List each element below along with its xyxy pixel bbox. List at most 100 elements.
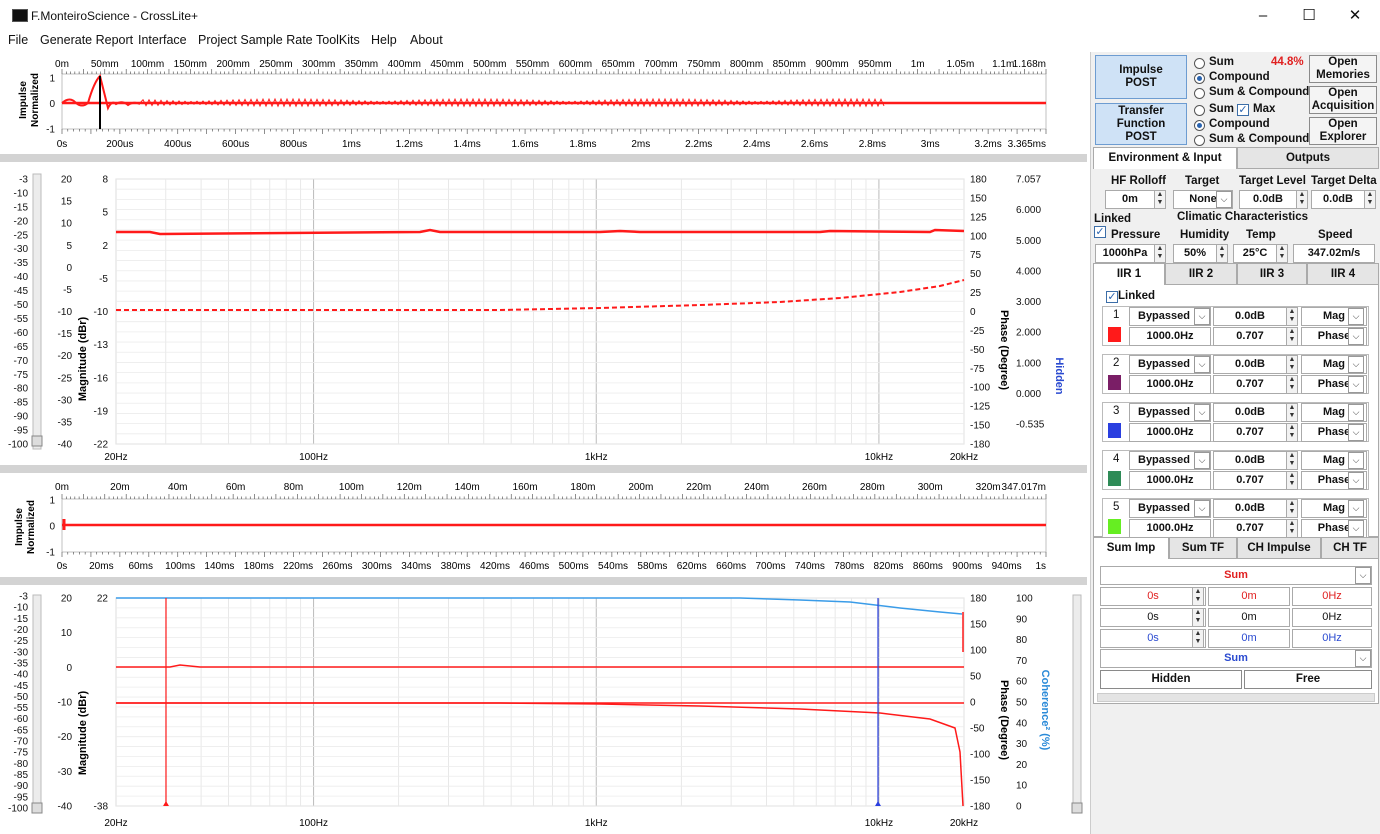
filter-q-field[interactable]: 0.707: [1213, 471, 1287, 490]
filter-color-swatch[interactable]: [1108, 375, 1121, 390]
cursor-frequency-field[interactable]: 0Hz: [1292, 629, 1372, 648]
filter-freq-field[interactable]: 1000.0Hz: [1129, 519, 1211, 538]
minimize-button[interactable]: –: [1240, 0, 1286, 31]
pressure-spinner[interactable]: ▲ ▼: [1154, 244, 1166, 263]
chevron-down-icon[interactable]: ⌵: [1355, 650, 1371, 667]
chevron-down-icon[interactable]: ⌵: [1194, 308, 1210, 325]
open-acquisition-button[interactable]: Open Acquisition: [1309, 86, 1377, 114]
top-tf-left-scrollbar[interactable]: [32, 173, 42, 450]
radio-sum-impulse[interactable]: [1194, 58, 1205, 69]
filter-gain-field[interactable]: 0.0dB: [1213, 403, 1287, 422]
tab-sum-imp[interactable]: Sum Imp: [1093, 537, 1169, 559]
chevron-down-icon[interactable]: ⌵: [1348, 328, 1364, 345]
temp-spinner[interactable]: ▲ ▼: [1276, 244, 1288, 263]
hf-rolloff-spinner[interactable]: ▲ ▼: [1154, 190, 1166, 209]
filter-q-field[interactable]: 0.707: [1213, 423, 1287, 442]
filter-gain-field[interactable]: 0.0dB: [1213, 355, 1287, 374]
filter-gain-field[interactable]: 0.0dB: [1213, 451, 1287, 470]
radio-compound-tf[interactable]: [1194, 120, 1205, 131]
filter-color-swatch[interactable]: [1108, 327, 1121, 342]
hf-rolloff-field[interactable]: 0m: [1105, 190, 1155, 209]
close-button[interactable]: ✕: [1332, 0, 1378, 31]
filter-gain-spinner[interactable]: ▲ ▼: [1286, 403, 1298, 422]
climatic-linked-checkbox[interactable]: ✓: [1094, 226, 1106, 238]
chevron-down-icon[interactable]: ⌵: [1194, 356, 1210, 373]
cursor-time-spinner[interactable]: ▲ ▼: [1192, 587, 1204, 606]
humidity-field[interactable]: 50%: [1173, 244, 1217, 263]
menu-project-sample-rate[interactable]: Project Sample Rate: [198, 33, 313, 47]
chevron-down-icon[interactable]: ⌵: [1194, 404, 1210, 421]
filter-freq-field[interactable]: 1000.0Hz: [1129, 471, 1211, 490]
scroll-thumb[interactable]: [31, 435, 43, 447]
filter-q-field[interactable]: 0.707: [1213, 327, 1287, 346]
filter-gain-spinner[interactable]: ▲ ▼: [1286, 451, 1298, 470]
menu-help[interactable]: Help: [371, 33, 397, 47]
chevron-down-icon[interactable]: ⌵: [1348, 424, 1364, 441]
filter-freq-field[interactable]: 1000.0Hz: [1129, 423, 1211, 442]
filter-freq-field[interactable]: 1000.0Hz: [1129, 375, 1211, 394]
sum-select-2[interactable]: Sum: [1100, 649, 1372, 668]
cursor-time-field[interactable]: 0s: [1100, 587, 1206, 606]
radio-sum-tf[interactable]: [1194, 105, 1205, 116]
filter-q-spinner[interactable]: ▲ ▼: [1286, 375, 1298, 394]
filter-gain-spinner[interactable]: ▲ ▼: [1286, 307, 1298, 326]
radio-sum-compound-impulse[interactable]: [1194, 88, 1205, 99]
sum-select[interactable]: Sum: [1100, 566, 1372, 585]
splitter[interactable]: [0, 465, 1087, 473]
target-level-spinner[interactable]: ▲ ▼: [1296, 190, 1308, 209]
chevron-down-icon[interactable]: ⌵: [1348, 472, 1364, 489]
chevron-down-icon[interactable]: ⌵: [1355, 567, 1371, 584]
cursor-frequency-field[interactable]: 0Hz: [1292, 587, 1372, 606]
menu-file[interactable]: File: [8, 33, 28, 47]
bottom-tf-plot[interactable]: -3-10-15-20-25-30-35-40-45-50-55-60-65-7…: [8, 592, 1083, 830]
menu-about[interactable]: About: [410, 33, 443, 47]
chevron-down-icon[interactable]: ⌵: [1348, 308, 1364, 325]
chevron-down-icon[interactable]: ⌵: [1348, 404, 1364, 421]
tab-ch-tf[interactable]: CH TF: [1321, 537, 1379, 559]
filter-q-spinner[interactable]: ▲ ▼: [1286, 519, 1298, 538]
menu-interface[interactable]: Interface: [138, 33, 187, 47]
radio-sum-compound-tf[interactable]: [1194, 135, 1205, 146]
filter-color-swatch[interactable]: [1108, 519, 1121, 534]
open-explorer-button[interactable]: Open Explorer: [1309, 117, 1377, 145]
cursor-frequency-field[interactable]: 0Hz: [1292, 608, 1372, 627]
chevron-down-icon[interactable]: ⌵: [1194, 500, 1210, 517]
target-level-field[interactable]: 0.0dB: [1239, 190, 1297, 209]
filter-gain-spinner[interactable]: ▲ ▼: [1286, 499, 1298, 518]
splitter[interactable]: [0, 577, 1087, 585]
filter-q-field[interactable]: 0.707: [1213, 519, 1287, 538]
tab-outputs[interactable]: Outputs: [1237, 147, 1379, 169]
target-delta-field[interactable]: 0.0dB: [1311, 190, 1365, 209]
menu-generate-report[interactable]: Generate Report: [40, 33, 133, 47]
filter-q-spinner[interactable]: ▲ ▼: [1286, 327, 1298, 346]
tab-iir-4[interactable]: IIR 4: [1307, 263, 1379, 285]
chevron-down-icon[interactable]: ⌵: [1216, 191, 1232, 208]
transfer-function-post-button[interactable]: Transfer Function POST: [1095, 103, 1187, 145]
cursor-distance-field[interactable]: 0m: [1208, 629, 1290, 648]
tab-iir-3[interactable]: IIR 3: [1237, 263, 1307, 285]
cursor-time-spinner[interactable]: ▲ ▼: [1192, 629, 1204, 648]
bottom-tf-left-scrollbar[interactable]: [32, 594, 42, 812]
cursor-distance-field[interactable]: 0m: [1208, 587, 1290, 606]
scroll-thumb[interactable]: [1071, 802, 1083, 814]
chevron-down-icon[interactable]: ⌵: [1348, 500, 1364, 517]
target-delta-spinner[interactable]: ▲ ▼: [1364, 190, 1376, 209]
filter-q-field[interactable]: 0.707: [1213, 375, 1287, 394]
tab-iir-1[interactable]: IIR 1: [1093, 263, 1165, 285]
chevron-down-icon[interactable]: ⌵: [1348, 356, 1364, 373]
pressure-field[interactable]: 1000hPa: [1095, 244, 1155, 263]
humidity-spinner[interactable]: ▲ ▼: [1216, 244, 1228, 263]
chevron-down-icon[interactable]: ⌵: [1348, 452, 1364, 469]
tab-sum-tf[interactable]: Sum TF: [1169, 537, 1237, 559]
menu-toolkits[interactable]: ToolKits: [316, 33, 360, 47]
tab-iir-2[interactable]: IIR 2: [1165, 263, 1237, 285]
impulse-post-button[interactable]: Impulse POST: [1095, 55, 1187, 99]
horizontal-scrollbar[interactable]: [1097, 693, 1375, 702]
tab-ch-impulse[interactable]: CH Impulse: [1237, 537, 1321, 559]
chevron-down-icon[interactable]: ⌵: [1348, 520, 1364, 537]
filter-gain-field[interactable]: 0.0dB: [1213, 499, 1287, 518]
temp-field[interactable]: 25°C: [1233, 244, 1277, 263]
maximize-button[interactable]: ☐: [1286, 0, 1332, 31]
free-button[interactable]: Free: [1244, 670, 1372, 689]
chevron-down-icon[interactable]: ⌵: [1348, 376, 1364, 393]
